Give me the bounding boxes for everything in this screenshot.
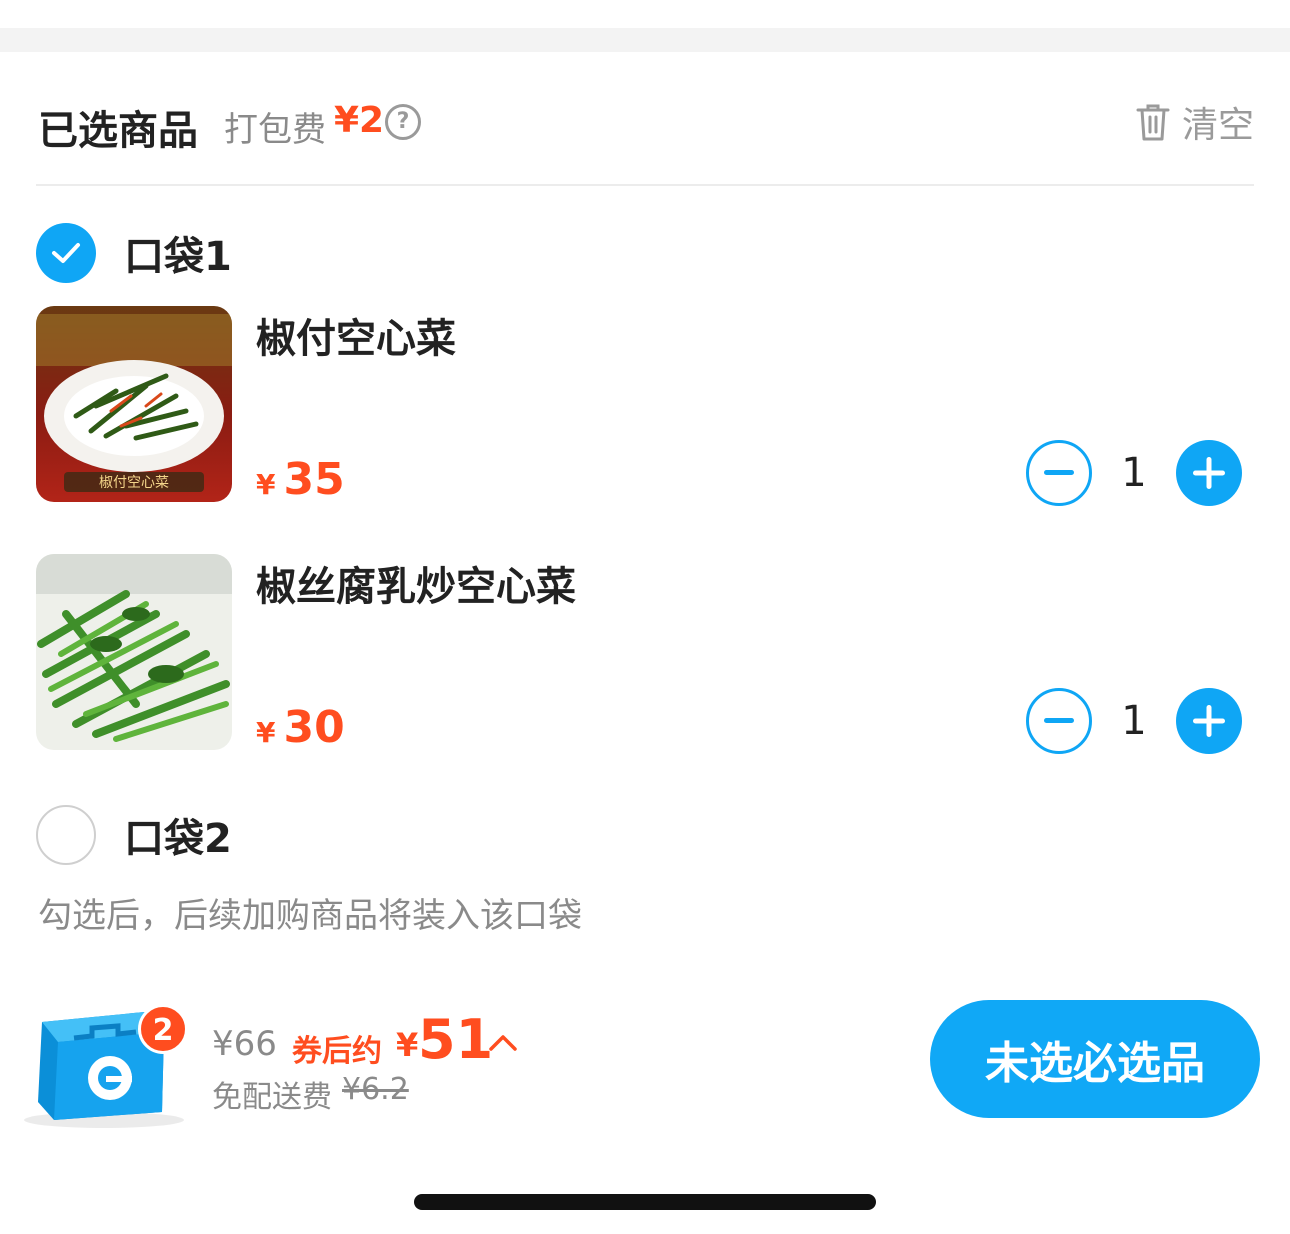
- packaging-fee-label: 打包费: [224, 110, 326, 150]
- packaging-fee-value: ¥2: [334, 100, 385, 141]
- quantity-stepper: 1: [1026, 440, 1242, 506]
- decrease-button[interactable]: [1026, 688, 1092, 754]
- delivery-fee-original: ¥6.2: [342, 1072, 409, 1107]
- after-coupon-label: 券后约: [292, 1034, 382, 1069]
- item-name: 椒丝腐乳炒空心菜: [256, 564, 576, 610]
- item-name: 椒付空心菜: [256, 316, 456, 362]
- delivery-fee-label: 免配送费: [212, 1080, 332, 1115]
- original-price: ¥66: [212, 1024, 277, 1064]
- item-price: ¥ 30: [256, 702, 345, 753]
- minus-icon: [1044, 470, 1074, 475]
- svg-text:椒付空心菜: 椒付空心菜: [99, 475, 169, 491]
- selected-items-header: 已选商品 打包费 ¥2 ? 清空: [38, 96, 1254, 156]
- home-indicator: [414, 1194, 876, 1210]
- top-separator: [0, 28, 1290, 52]
- item-price: ¥ 35: [256, 454, 345, 505]
- minus-icon: [1044, 718, 1074, 723]
- pocket-1-checkbox[interactable]: [36, 223, 96, 283]
- cart-item: 椒丝腐乳炒空心菜 ¥ 30 1: [36, 554, 1254, 754]
- pocket-2-label: 口袋2: [124, 816, 232, 862]
- item-image-1: 椒付空心菜: [36, 306, 232, 502]
- divider: [36, 184, 1254, 186]
- cart-count-badge: 2: [138, 1004, 188, 1054]
- chevron-up-icon[interactable]: [488, 1032, 518, 1052]
- plus-icon: [1193, 457, 1225, 489]
- pocket-2-checkbox[interactable]: [36, 805, 96, 865]
- question-icon[interactable]: ?: [385, 104, 421, 140]
- cart-button[interactable]: 2: [14, 992, 194, 1132]
- checkmark-icon: [52, 243, 80, 263]
- decrease-button[interactable]: [1026, 440, 1092, 506]
- increase-button[interactable]: [1176, 440, 1242, 506]
- after-coupon-currency: ¥: [396, 1026, 419, 1064]
- cart-footer: 2 ¥66 券后约 ¥ 51 免配送费 ¥6.2 未选必选品: [0, 980, 1290, 1130]
- pocket-hint: 勾选后，后续加购商品将装入该口袋: [38, 896, 582, 936]
- clear-button[interactable]: 清空: [1136, 100, 1254, 146]
- pocket-1-row[interactable]: 口袋1: [36, 222, 232, 284]
- quantity-value: 1: [1121, 450, 1147, 496]
- plus-icon: [1193, 705, 1225, 737]
- item-image-2: [36, 554, 232, 750]
- cart-item: 椒付空心菜 椒付空心菜 ¥ 35 1: [36, 306, 1254, 506]
- trash-icon: [1136, 104, 1170, 141]
- after-coupon-price: 51: [418, 1008, 494, 1071]
- increase-button[interactable]: [1176, 688, 1242, 754]
- page-title: 已选商品: [38, 108, 198, 154]
- clear-label: 清空: [1181, 105, 1254, 146]
- quantity-value: 1: [1121, 698, 1147, 744]
- pocket-1-label: 口袋1: [124, 234, 232, 280]
- quantity-stepper: 1: [1026, 688, 1242, 754]
- checkout-button[interactable]: 未选必选品: [930, 1000, 1260, 1118]
- pocket-2-row[interactable]: 口袋2: [36, 804, 232, 866]
